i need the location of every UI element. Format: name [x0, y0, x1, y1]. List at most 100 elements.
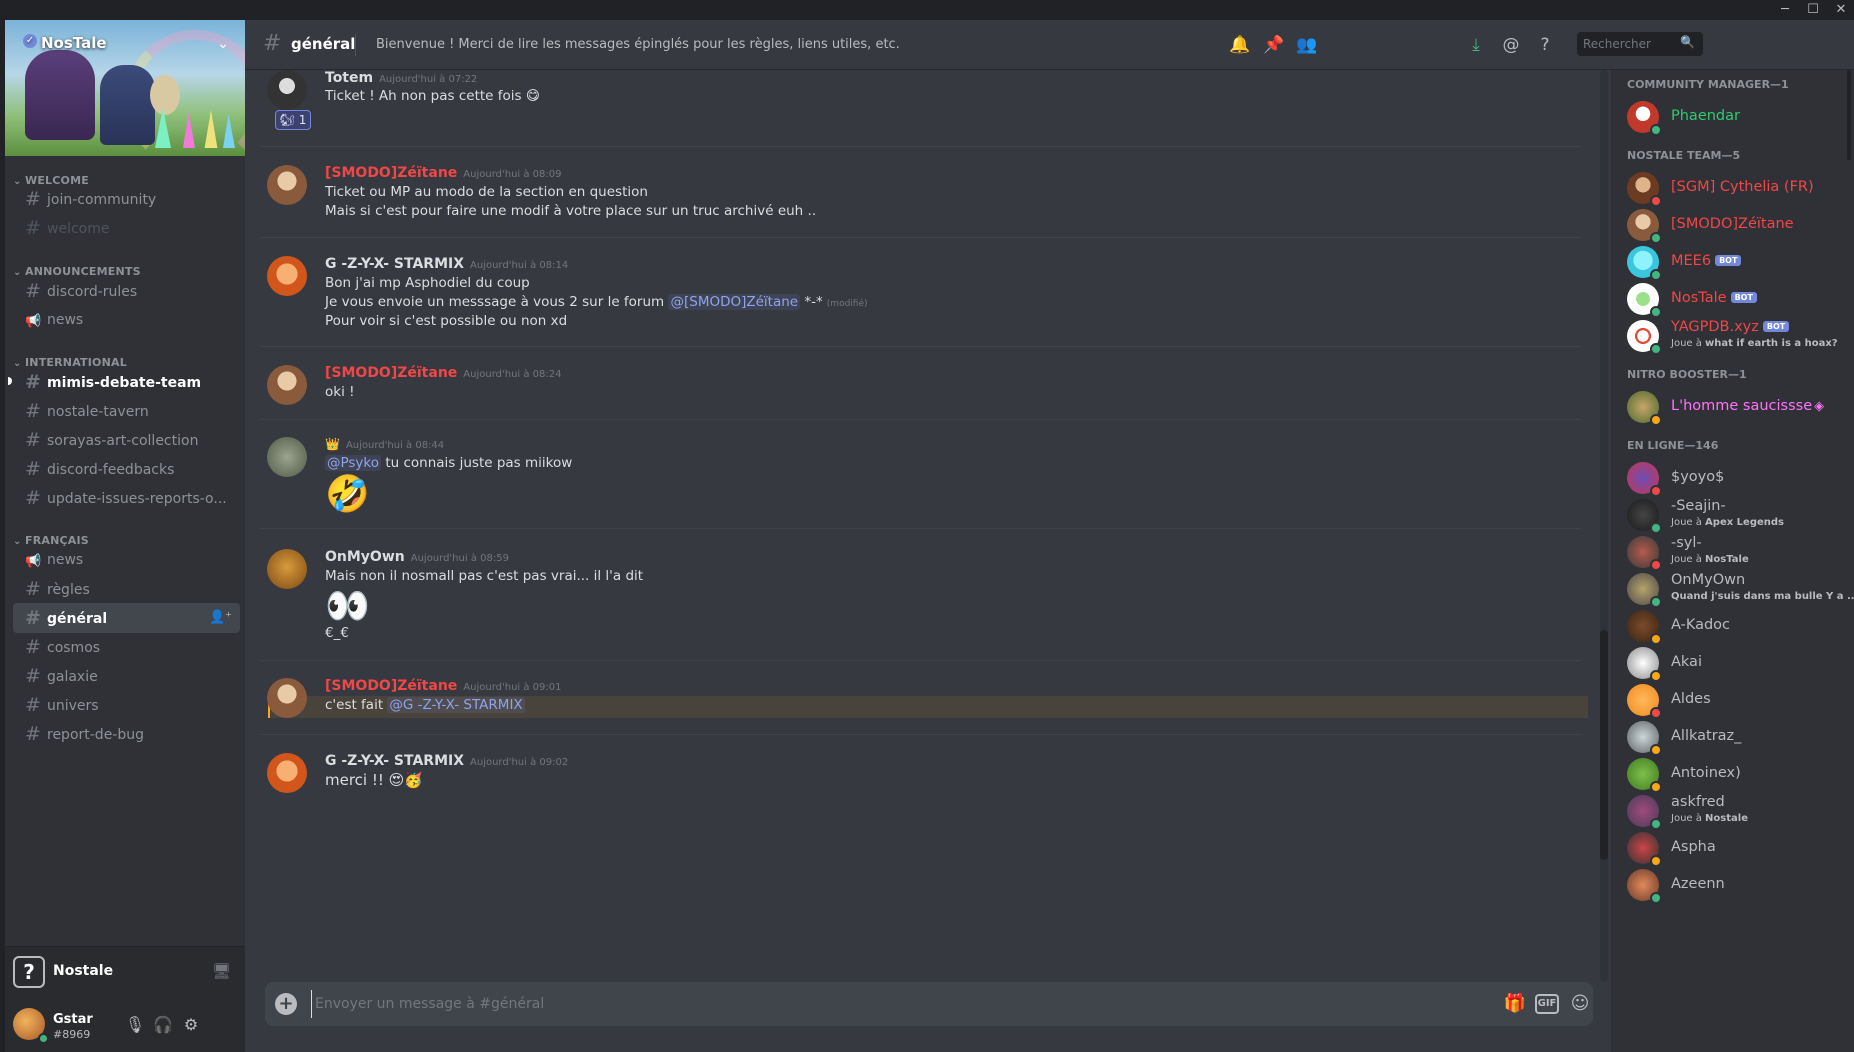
help-icon[interactable]: ? [1531, 32, 1559, 58]
member-name: Phaendar [1671, 108, 1740, 124]
hash-icon: # [25, 487, 41, 509]
reaction-button[interactable]: 🐿 1 [275, 110, 311, 130]
divider [261, 237, 1581, 238]
user-mention[interactable]: @Psyko [325, 455, 382, 471]
bot-badge: BOT [1715, 255, 1742, 266]
members-icon[interactable]: 👥 [1293, 32, 1321, 58]
channel-join-community[interactable]: # join-community [13, 184, 240, 214]
channel-nostale-tavern[interactable]: # nostale-tavern [13, 396, 240, 426]
avatar[interactable] [267, 165, 307, 205]
member-item[interactable]: Aldes [1619, 679, 1847, 721]
download-icon[interactable]: ⤓ [1462, 32, 1490, 58]
bell-icon[interactable]: 🔔 [1226, 32, 1254, 58]
message-author[interactable]: OnMyOwn Aujourd'hui à 08:59 [325, 549, 509, 565]
big-emoji[interactable]: 👀 [325, 585, 370, 629]
message-author[interactable]: G -Z-Y-X- STARMIX Aujourd'hui à 08:14 [325, 256, 568, 272]
channel-welcome[interactable]: # welcome [13, 213, 240, 243]
channel-news[interactable]: 📢 news [13, 305, 240, 335]
member-name: Azeenn [1671, 876, 1725, 892]
channel-discord-feedbacks[interactable]: # discord-feedbacks [13, 454, 240, 484]
message-author[interactable]: 👑 Aujourd'hui à 08:44 [325, 437, 444, 451]
channel-general[interactable]: # général 👤⁺ [13, 603, 240, 633]
message-text: Bon j'ai mp Asphodiel du coup [325, 275, 530, 291]
server-name[interactable]: ✓ NosTale [23, 34, 107, 52]
avatar[interactable] [267, 256, 307, 296]
member-item[interactable]: YAGPDB.xyz BOT Joue à what if earth is a h… [1619, 315, 1847, 357]
create-invite-icon[interactable]: 👤⁺ [209, 603, 232, 633]
member-item[interactable]: Azeenn [1619, 864, 1847, 906]
pin-icon[interactable]: 📌 [1260, 32, 1288, 58]
member-item[interactable]: MEE6 BOT [1619, 241, 1847, 283]
member-item[interactable]: [SMODO]Zéïtane [1619, 204, 1847, 246]
member-item[interactable]: -Seajin- Joue à Apex Legends [1619, 494, 1847, 536]
avatar[interactable] [267, 70, 307, 110]
channel-sorayas-art-collection[interactable]: # sorayas-art-collection [13, 425, 240, 455]
message-author[interactable]: [SMODO]Zéïtane Aujourd'hui à 09:01 [325, 678, 562, 694]
search-icon: 🔍 [1680, 35, 1695, 49]
avatar[interactable] [267, 549, 307, 589]
message-author[interactable]: Totem Aujourd'hui à 07:22 [325, 70, 477, 86]
member-item[interactable]: L'homme saucissse ◈ [1619, 386, 1847, 428]
megaphone-icon: 📢 [25, 554, 42, 569]
hash-icon: # [25, 429, 41, 451]
upload-button[interactable]: + [275, 993, 297, 1015]
scrollbar-thumb[interactable] [1600, 630, 1608, 860]
author-name: [SMODO]Zéïtane [325, 165, 458, 181]
emoji-picker-icon[interactable]: ☺ [1567, 992, 1593, 1016]
user-mention[interactable]: @G -Z-Y-X- STARMIX [387, 697, 525, 713]
member-name-label: Allkatraz_ [1671, 728, 1742, 744]
close-icon[interactable]: ✕ [1828, 0, 1854, 20]
channel-news-fr[interactable]: 📢 news [13, 545, 240, 575]
gift-icon[interactable]: 🎁 [1502, 992, 1528, 1016]
channel-galaxie[interactable]: # galaxie [13, 661, 240, 691]
server-banner[interactable]: ✓ NosTale ⌄ [5, 20, 245, 156]
message-author[interactable]: G -Z-Y-X- STARMIX Aujourd'hui à 09:02 [325, 753, 568, 769]
member-item[interactable]: NosTale BOT [1619, 278, 1847, 320]
member-item[interactable]: [SGM] Cythelia (FR) [1619, 167, 1847, 209]
channel-discord-rules[interactable]: # discord-rules [13, 276, 240, 306]
message-author[interactable]: [SMODO]Zéïtane Aujourd'hui à 08:24 [325, 365, 562, 381]
member-item[interactable]: A-Kadoc [1619, 605, 1847, 647]
gif-button[interactable]: GIF [1535, 994, 1559, 1014]
channel-topic[interactable]: Bienvenue ! Merci de lire les messages é… [376, 37, 900, 52]
message-author[interactable]: [SMODO]Zéïtane Aujourd'hui à 08:09 [325, 165, 562, 181]
avatar[interactable] [267, 365, 307, 405]
member-item[interactable]: Akai [1619, 642, 1847, 684]
avatar[interactable] [267, 753, 307, 793]
minimize-icon[interactable]: ─ [1772, 0, 1798, 20]
channel-report-de-bug[interactable]: # report-de-bug [13, 719, 240, 749]
avatar[interactable] [267, 678, 307, 718]
message-input[interactable] [311, 990, 1251, 1018]
author-name: [SMODO]Zéïtane [325, 365, 458, 381]
member-item[interactable]: Phaendar [1619, 96, 1847, 138]
big-emoji[interactable]: 🤣 [325, 473, 370, 517]
member-list-scrollbar[interactable] [1847, 70, 1851, 160]
member-item[interactable]: Allkatraz_ [1619, 716, 1847, 758]
channel-cosmos[interactable]: # cosmos [13, 632, 240, 662]
chevron-down-icon[interactable]: ⌄ [217, 36, 229, 52]
channel-regles[interactable]: # règles [13, 574, 240, 604]
maximize-icon[interactable]: ☐ [1800, 0, 1826, 20]
hash-icon: # [25, 400, 41, 422]
member-item[interactable]: Antoinex) [1619, 753, 1847, 795]
member-item[interactable]: OnMyOwn Quand j'suis dans ma bulle Y a ..… [1619, 568, 1854, 610]
channel-mimis-debate-team[interactable]: # mimis-debate-team [8, 367, 240, 397]
headphones-icon[interactable]: 🎧 [151, 1014, 175, 1036]
gear-icon[interactable]: ⚙ [179, 1014, 203, 1036]
mentions-icon[interactable]: @ [1497, 32, 1525, 58]
channel-update-issues-reports[interactable]: # update-issues-reports-o... [13, 483, 240, 513]
member-item[interactable]: askfred Joue à Nostale [1619, 790, 1847, 832]
screen-share-icon[interactable]: 🖥 [212, 962, 231, 980]
member-item[interactable]: Aspha [1619, 827, 1847, 869]
microphone-icon[interactable]: 🎙 [123, 1014, 147, 1036]
avatar[interactable] [267, 437, 307, 477]
chat-scrollbar[interactable] [1600, 70, 1608, 982]
timestamp: Aujourd'hui à 08:14 [470, 260, 569, 271]
user-mention[interactable]: @[SMODO]Zéïtane [668, 294, 801, 310]
channel-univers[interactable]: # univers [13, 690, 240, 720]
member-item[interactable]: $yoyo$ [1619, 457, 1847, 499]
help-icon[interactable]: ? [13, 956, 45, 988]
member-name-label: L'homme saucissse [1671, 398, 1813, 414]
channel-label: join-community [47, 192, 157, 208]
member-item[interactable]: -syl- Joue à NosTale [1619, 531, 1847, 573]
